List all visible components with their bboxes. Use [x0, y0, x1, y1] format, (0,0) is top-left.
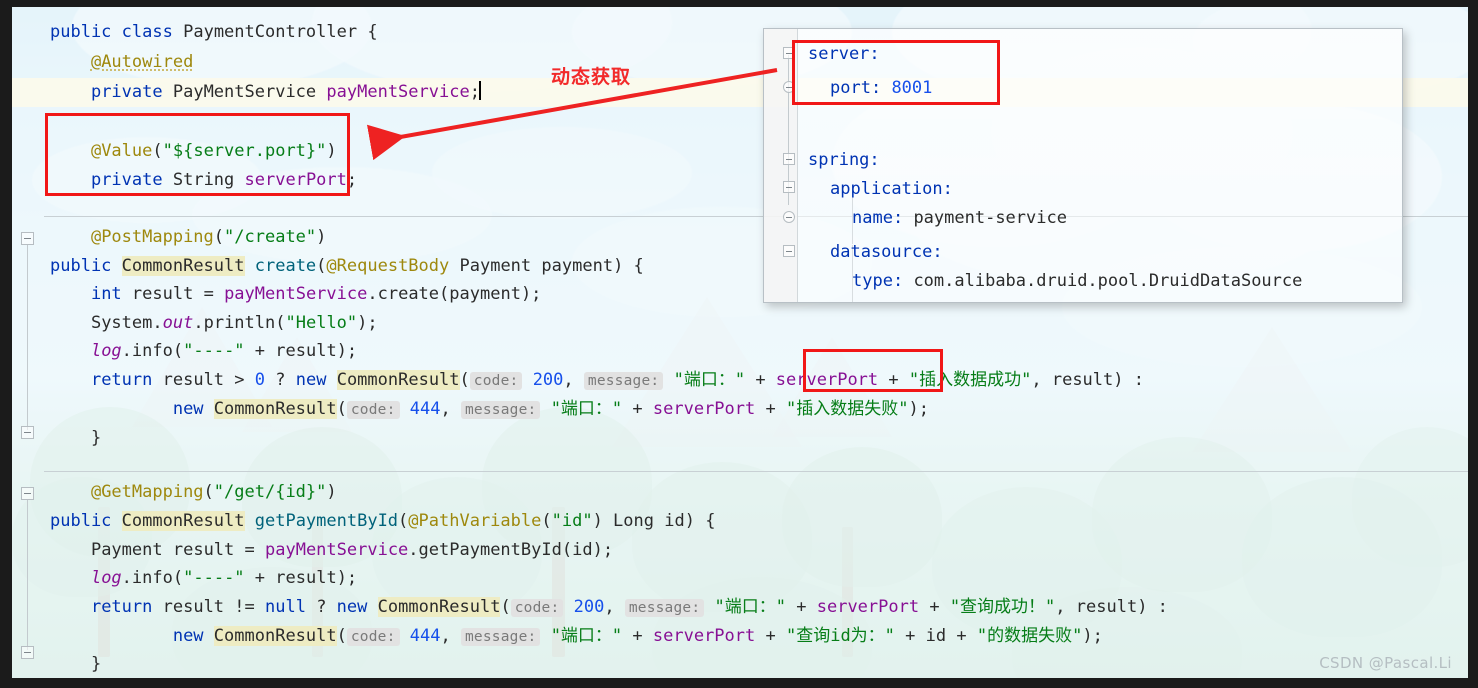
code-line-10[interactable]: int result = payMentService.create(payme…: [50, 280, 541, 309]
code-line-20[interactable]: log.info("----" + result);: [50, 564, 357, 593]
code-line-14[interactable]: new CommonResult(code: 444, message: "端口…: [50, 395, 929, 424]
code-line-1[interactable]: public class PaymentController {: [50, 18, 378, 47]
code-line-22[interactable]: new CommonResult(code: 444, message: "端口…: [50, 622, 1103, 651]
code-line-23[interactable]: }: [50, 650, 101, 678]
yaml-line-spring[interactable]: spring:: [808, 146, 880, 174]
yaml-fold-marker-icon[interactable]: [783, 153, 795, 165]
yaml-fold-marker-icon[interactable]: [783, 245, 795, 257]
yaml-line-name[interactable]: name: payment-service: [852, 204, 1067, 232]
screenshot-root: public class PaymentController { @Autowi…: [0, 0, 1478, 688]
code-line-2[interactable]: @Autowired: [50, 48, 193, 77]
value-annotation-redbox: [45, 113, 350, 196]
code-line-18[interactable]: public CommonResult getPaymentById(@Path…: [50, 507, 715, 536]
code-line-9[interactable]: public CommonResult create(@RequestBody …: [50, 252, 644, 281]
code-editor-canvas[interactable]: public class PaymentController { @Autowi…: [12, 7, 1468, 678]
code-line-3[interactable]: private PayMentService payMentService;: [50, 78, 481, 107]
watermark: CSDN @Pascal.Li: [1319, 654, 1452, 672]
code-line-21[interactable]: return result != null ? new CommonResult…: [50, 593, 1168, 622]
code-line-12[interactable]: log.info("----" + result);: [50, 337, 357, 366]
code-line-19[interactable]: Payment result = payMentService.getPayme…: [50, 536, 613, 565]
yaml-server-port-redbox: [792, 40, 1000, 105]
code-line-17[interactable]: @GetMapping("/get/{id}"): [50, 478, 337, 507]
yaml-line-datasource[interactable]: datasource:: [830, 238, 943, 266]
yaml-line-application[interactable]: application:: [830, 175, 953, 203]
serverport-usage-redbox: [803, 349, 943, 392]
yaml-fold-marker-icon[interactable]: [783, 211, 795, 223]
code-line-8[interactable]: @PostMapping("/create"): [50, 223, 326, 252]
code-line-13[interactable]: return result > 0 ? new CommonResult(cod…: [50, 366, 1144, 395]
code-line-11[interactable]: System.out.println("Hello");: [50, 309, 378, 338]
yaml-line-type[interactable]: type: com.alibaba.druid.pool.DruidDataSo…: [852, 267, 1302, 295]
arrow-label: 动态获取: [551, 66, 632, 88]
code-line-15[interactable]: }: [50, 424, 101, 453]
yaml-fold-marker-icon[interactable]: [783, 181, 795, 193]
